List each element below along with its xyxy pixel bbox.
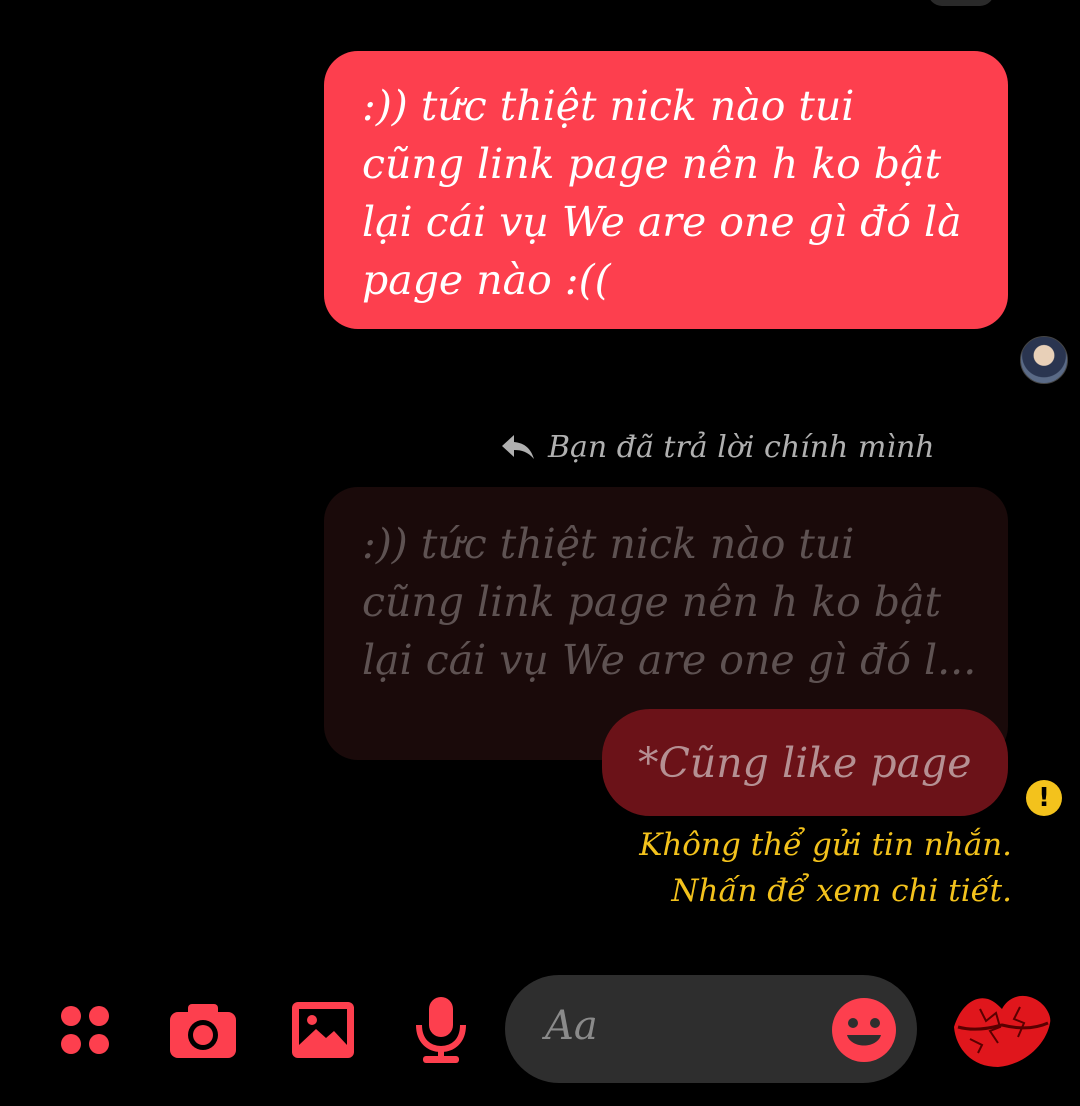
apps-icon xyxy=(61,1006,109,1054)
camera-button[interactable] xyxy=(168,995,238,1065)
voice-button[interactable] xyxy=(406,995,476,1065)
apps-button[interactable] xyxy=(50,995,120,1065)
scroll-indicator xyxy=(928,0,994,6)
quoted-line: lại cái vụ We are one gì đó l... xyxy=(362,636,977,684)
message-line: :)) tức thiệt nick nào tui xyxy=(362,82,855,130)
error-line: Nhấn để xem chi tiết. xyxy=(671,873,1012,909)
message-input[interactable]: Aa xyxy=(505,975,917,1083)
reply-arrow-icon xyxy=(502,435,534,459)
reply-header-label: Bạn đã trả lời chính mình xyxy=(548,429,935,465)
failed-message-bubble[interactable]: *Cũng like page xyxy=(602,709,1008,816)
message-input-placeholder: Aa xyxy=(545,1003,598,1049)
sent-message-bubble[interactable]: :)) tức thiệt nick nào tui cũng link pag… xyxy=(324,51,1008,329)
message-line: cũng link page nên h ko bật xyxy=(362,140,942,188)
chat-screen: :)) tức thiệt nick nào tui cũng link pag… xyxy=(0,0,1080,1106)
microphone-icon xyxy=(416,997,466,1063)
emoji-icon[interactable] xyxy=(831,997,897,1063)
send-error-notice[interactable]: Không thể gửi tin nhắn. Nhấn để xem chi … xyxy=(512,822,1012,914)
message-line: lại cái vụ We are one gì đó là xyxy=(362,198,962,246)
message-line: page nào :(( xyxy=(362,256,611,304)
composer-bar: Aa xyxy=(0,975,1080,1085)
alert-icon[interactable]: ! xyxy=(1026,780,1062,816)
seen-avatar xyxy=(1020,336,1068,384)
gallery-button[interactable] xyxy=(288,995,358,1065)
kiss-lips-icon[interactable] xyxy=(950,987,1054,1071)
camera-icon xyxy=(170,1004,236,1058)
error-line: Không thể gửi tin nhắn. xyxy=(639,827,1012,863)
quoted-line: :)) tức thiệt nick nào tui xyxy=(362,520,855,568)
reply-header: Bạn đã trả lời chính mình xyxy=(500,424,980,470)
failed-message-text: *Cũng like page xyxy=(638,738,972,787)
gallery-icon xyxy=(292,1002,354,1058)
quoted-line: cũng link page nên h ko bật xyxy=(362,578,942,626)
